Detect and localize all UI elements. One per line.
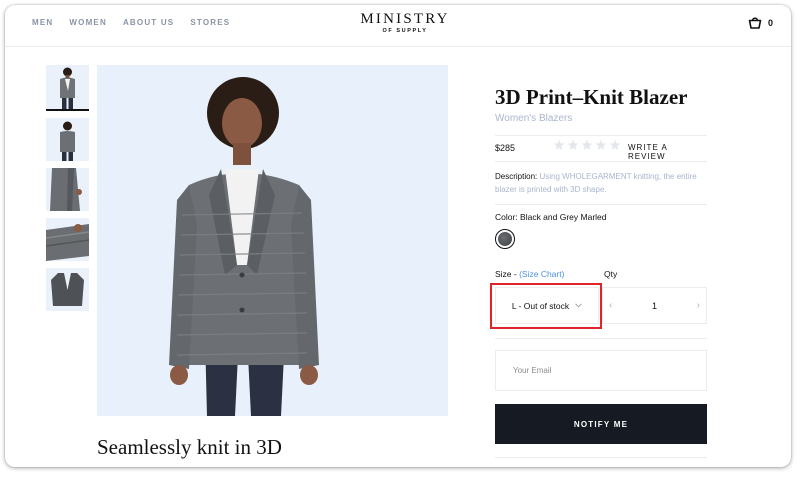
thumbnail-detail-side[interactable] <box>46 168 89 211</box>
product-title: 3D Print–Knit Blazer <box>495 85 688 109</box>
color-label: Color: Black and Grey Marled <box>495 212 607 222</box>
qty-label: Qty <box>604 269 618 279</box>
quantity-stepper[interactable]: ‹ 1 › <box>602 287 707 324</box>
divider <box>495 161 707 162</box>
size-label-row: Size - (Size Chart) <box>495 269 564 279</box>
color-swatch-black-grey[interactable] <box>495 229 515 249</box>
thumbnail-image <box>51 273 84 306</box>
thumbnail-image <box>60 67 75 109</box>
site-header: MEN WOMEN ABOUT US STORES MINISTRY OF SU… <box>5 5 791 47</box>
site-logo[interactable]: MINISTRY OF SUPPLY <box>355 11 455 34</box>
thumbnail-image <box>46 224 89 261</box>
thumbnail-list <box>46 65 89 318</box>
thumbnail-back-view[interactable] <box>46 118 89 161</box>
description-label: Description: <box>495 172 538 181</box>
nav-stores[interactable]: STORES <box>190 18 230 27</box>
quantity-value: 1 <box>651 300 657 311</box>
browser-frame: MEN WOMEN ABOUT US STORES MINISTRY OF SU… <box>5 5 791 467</box>
star-icon <box>595 139 607 151</box>
logo-sub-text: OF SUPPLY <box>382 28 428 34</box>
section-heading: Seamlessly knit in 3D <box>97 435 282 459</box>
nav-women[interactable]: WOMEN <box>69 18 107 27</box>
chevron-left-icon[interactable]: ‹ <box>609 300 612 311</box>
size-select-highlight <box>490 283 602 329</box>
size-label: Size - <box>495 269 520 279</box>
main-nav: MEN WOMEN ABOUT US STORES <box>32 18 230 27</box>
category-link[interactable]: Women's Blazers <box>495 113 572 124</box>
nav-men[interactable]: MEN <box>32 18 53 27</box>
chevron-right-icon[interactable]: › <box>697 300 700 311</box>
size-chart-link[interactable]: (Size Chart) <box>519 269 564 279</box>
shopping-basket-icon <box>748 17 762 29</box>
star-icon <box>567 139 579 151</box>
divider <box>495 338 707 339</box>
thumbnail-image <box>60 121 75 161</box>
notify-me-button[interactable]: NOTIFY ME <box>495 404 707 444</box>
write-review-link[interactable]: WRITE A REVIEW <box>628 143 707 161</box>
rating-stars[interactable] <box>553 139 621 151</box>
logo-main-text: MINISTRY <box>360 11 450 27</box>
model-image <box>169 77 319 416</box>
swatch-fill <box>498 232 512 246</box>
divider <box>495 457 707 458</box>
nav-about-us[interactable]: ABOUT US <box>123 18 174 27</box>
star-icon <box>553 139 565 151</box>
thumbnail-flat-lay[interactable] <box>46 268 89 311</box>
thumbnail-front-view[interactable] <box>46 65 89 111</box>
thumbnail-image <box>50 168 82 211</box>
star-icon <box>581 139 593 151</box>
main-product-image[interactable] <box>97 65 448 416</box>
divider <box>495 204 707 205</box>
email-field[interactable] <box>495 350 707 391</box>
divider <box>495 135 707 136</box>
star-icon <box>609 139 621 151</box>
product-price: $285 <box>495 143 516 153</box>
cart-count: 0 <box>768 17 774 28</box>
product-description: Description: Using WHOLEGARMENT knitting… <box>495 170 707 196</box>
thumbnail-detail-sleeve[interactable] <box>46 218 89 261</box>
cart-button[interactable]: 0 <box>748 16 773 29</box>
